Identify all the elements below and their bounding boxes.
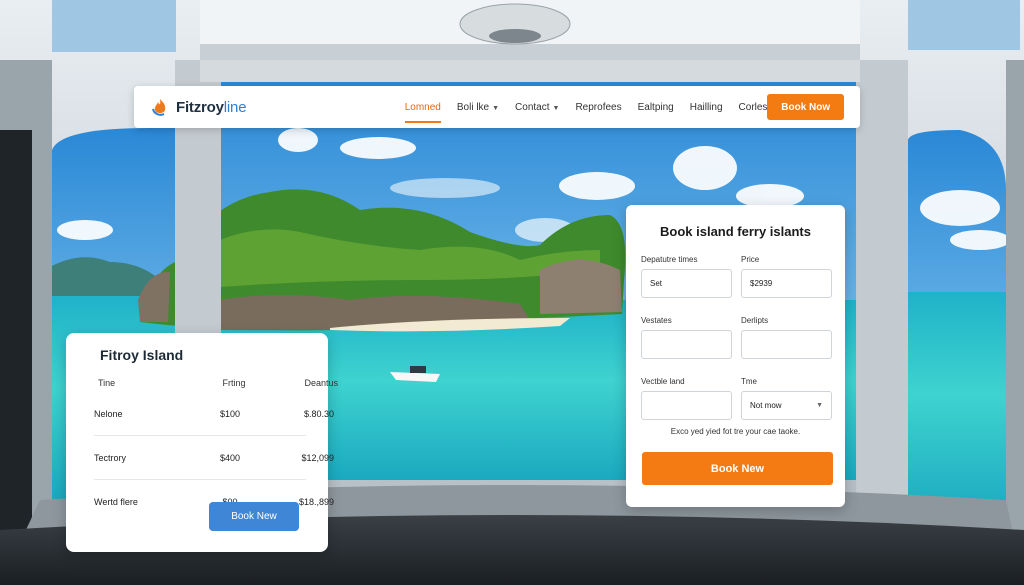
nav-link-reprofees[interactable]: Reprofees xyxy=(575,96,621,119)
table-row: Tectrory $400 $12,099 xyxy=(94,436,334,480)
price-field: Price $2939 xyxy=(741,255,832,298)
nav-link-contact[interactable]: Contact ▼ xyxy=(515,96,559,119)
vectble-land-field: Vectble land xyxy=(641,377,732,420)
field-label: Vestates xyxy=(641,316,672,325)
island-schedule-card: Fitroy Island Tine Frting Deantus Nelone… xyxy=(66,333,338,552)
vestates-field: Vestates xyxy=(641,316,732,359)
vectble-land-input[interactable] xyxy=(641,391,732,420)
table-cell: $.80.30 xyxy=(303,408,334,419)
derlipts-input[interactable] xyxy=(741,330,832,359)
schedule-title: Fitroy Island xyxy=(100,347,184,363)
nav-link-ealtping[interactable]: Ealtping xyxy=(638,96,674,119)
nav-link-corles[interactable]: Corles xyxy=(739,96,768,119)
table-cell: $400 xyxy=(219,452,241,463)
field-label: Vectble land xyxy=(641,377,685,386)
column-header: Tine xyxy=(98,378,116,388)
nav-link-label: Boli lke xyxy=(456,101,490,113)
nav-link-boli-lke[interactable]: Boli lke ▼ xyxy=(457,96,499,119)
ferry-booking-form: Book island ferry islants Depatutre time… xyxy=(626,205,845,507)
column-header: Frting xyxy=(222,378,246,388)
booking-fields: Depatutre times Set Price $2939 Vestates… xyxy=(641,255,832,420)
column-header: Deantus xyxy=(304,378,338,388)
flame-logo-icon xyxy=(152,99,166,116)
booking-book-now-button[interactable]: Book New xyxy=(642,452,833,485)
departure-time-field: Depatutre times Set xyxy=(641,255,732,298)
field-label: Depatutre times xyxy=(641,255,698,264)
chevron-down-icon: ▼ xyxy=(816,402,823,409)
time-field: Tme Not mow ▼ xyxy=(741,377,832,420)
departure-time-input[interactable]: Set xyxy=(641,269,732,298)
nav-link-hailling[interactable]: Hailling xyxy=(690,96,723,119)
table-cell: $12,099 xyxy=(301,452,334,463)
nav-link-label: Contact xyxy=(515,101,550,113)
booking-title: Book island ferry islants xyxy=(660,224,811,239)
chevron-down-icon: ▼ xyxy=(492,104,500,112)
time-select[interactable]: Not mow ▼ xyxy=(741,391,832,420)
table-cell: Wertd flere xyxy=(94,497,138,507)
top-navbar: Fitzroyline Lomned Boli lke ▼ Contact ▼ Re… xyxy=(134,86,860,128)
price-input[interactable]: $2939 xyxy=(741,269,832,298)
schedule-book-now-button[interactable]: Book New xyxy=(209,502,299,531)
table-cell: $100 xyxy=(219,408,241,419)
table-cell: Tectrory xyxy=(94,452,127,463)
nav-link-lomned[interactable]: Lomned xyxy=(404,96,442,123)
nav-book-now-button[interactable]: Book Now xyxy=(767,94,844,120)
derlipts-field: Derlipts xyxy=(741,316,832,359)
booking-note: Exco yed yied fot tre your cae taoke. xyxy=(670,427,801,436)
table-row: Nelone $100 $.80.30 xyxy=(94,392,334,436)
field-label: Tme xyxy=(741,377,757,386)
chevron-down-icon: ▼ xyxy=(552,104,560,112)
schedule-table-header: Tine Frting Deantus xyxy=(98,378,338,388)
table-cell: Nelone xyxy=(94,408,123,419)
vestates-input[interactable] xyxy=(641,330,732,359)
field-label: Derlipts xyxy=(741,316,769,325)
brand-name: Fitzroyline xyxy=(176,98,247,116)
select-value: Not mow xyxy=(750,401,782,410)
field-label: Price xyxy=(741,255,760,264)
main-nav: Lomned Boli lke ▼ Contact ▼ Reprofees Ealt… xyxy=(404,96,768,123)
brand-logo[interactable]: Fitzroyline xyxy=(150,97,379,117)
